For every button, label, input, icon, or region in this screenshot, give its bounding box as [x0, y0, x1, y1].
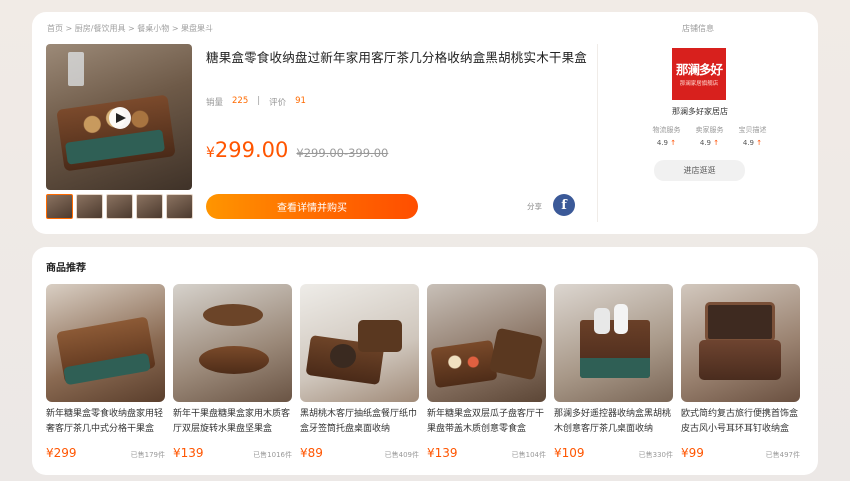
- sales-value: 225: [232, 96, 249, 106]
- product-card: 首页 > 厨房/餐饮用具 > 餐桌小物 > 果盘果斗 糖果盒零食收纳盘过新年家用…: [32, 12, 818, 234]
- image-object: [330, 344, 356, 368]
- recommend-image[interactable]: [554, 284, 673, 402]
- recommend-sold: 已售1016件: [253, 451, 292, 459]
- recommend-item[interactable]: 黑胡桃木客厅抽纸盒餐厅纸巾盒牙签筒托盘桌面收纳 ¥89 已售409件: [300, 284, 419, 460]
- store-name[interactable]: 那澜多好家居店: [672, 106, 728, 117]
- store-logo-text: 那澜多好: [675, 62, 723, 77]
- recommend-sold: 已售330件: [638, 451, 673, 459]
- thumbnail[interactable]: [166, 194, 193, 219]
- recommend-image[interactable]: [427, 284, 546, 402]
- recommend-sold: 已售497件: [765, 451, 800, 459]
- facebook-icon[interactable]: f: [553, 194, 575, 216]
- currency-symbol: ¥: [206, 145, 215, 161]
- image-object: [614, 304, 628, 334]
- recommend-price: ¥139: [173, 446, 204, 460]
- rating-description: 宝贝描述 4.9 ↑: [736, 125, 769, 147]
- thumbnail[interactable]: [76, 194, 103, 219]
- recommend-price: ¥99: [681, 446, 704, 460]
- recommend-card: 商品推荐 新年糖果盒零食收纳盘家用轻奢客厅茶几中式分格干果盒 ¥299 已售17…: [32, 247, 818, 475]
- rating-value: 4.9 ↑: [656, 139, 677, 147]
- rating-label: 宝贝描述: [738, 126, 767, 134]
- reviews-value: 91: [295, 96, 306, 106]
- recommend-sold: 已售104件: [511, 451, 546, 459]
- share-label: 分享: [527, 202, 542, 211]
- breadcrumb[interactable]: 首页 > 厨房/餐饮用具 > 餐桌小物 > 果盘果斗: [47, 23, 213, 34]
- thumbnail[interactable]: [46, 194, 73, 219]
- image-object: [580, 358, 650, 378]
- recommend-meta: ¥89 已售409件: [300, 446, 419, 460]
- thumbnail[interactable]: [136, 194, 163, 219]
- recommend-image[interactable]: [681, 284, 800, 402]
- recommend-sold: 已售179件: [130, 451, 165, 459]
- recommend-item[interactable]: 欧式简约复古旅行便携首饰盒皮古风小号耳环耳钉收纳盒 ¥99 已售497件: [681, 284, 800, 460]
- rating-logistics: 物流服务 4.9 ↑: [650, 125, 683, 147]
- recommend-name[interactable]: 黑胡桃木客厅抽纸盒餐厅纸巾盒牙签筒托盘桌面收纳: [300, 407, 419, 437]
- recommend-name[interactable]: 欧式简约复古旅行便携首饰盒皮古风小号耳环耳钉收纳盒: [681, 407, 800, 437]
- recommend-meta: ¥109 已售330件: [554, 446, 673, 460]
- store-ratings: 物流服务 4.9 ↑ 卖家服务 4.9 ↑ 宝贝描述 4.9 ↑: [650, 125, 769, 147]
- recommend-meta: ¥139 已售104件: [427, 446, 546, 460]
- rating-seller: 卖家服务 4.9 ↑: [693, 125, 726, 147]
- view-details-buy-button[interactable]: 查看详情并购买: [206, 194, 418, 219]
- image-object: [358, 320, 402, 352]
- rating-label: 物流服务: [652, 126, 681, 134]
- thumbnail-strip: [46, 194, 193, 219]
- recommend-item[interactable]: 那澜多好遥控器收纳盒黑胡桃木创意客厅茶几桌面收纳 ¥109 已售330件: [554, 284, 673, 460]
- store-info-header: 店铺信息: [682, 24, 714, 33]
- recommend-image[interactable]: [46, 284, 165, 402]
- recommend-name[interactable]: 新年糖果盒双层瓜子盘客厅干果盘带盖木质创意零食盒: [427, 407, 546, 437]
- sales-label: 销量: [206, 98, 224, 108]
- thumbnail[interactable]: [106, 194, 133, 219]
- product-stats: 销量 225 | 评价 91: [206, 96, 306, 108]
- current-price: ¥299.00: [206, 138, 288, 162]
- arrow-up-icon: ↑: [756, 139, 763, 147]
- recommend-item[interactable]: 新年糖果盒零食收纳盘家用轻奢客厅茶几中式分格干果盒 ¥299 已售179件: [46, 284, 165, 460]
- recommend-title: 商品推荐: [46, 263, 86, 274]
- main-product-image[interactable]: [46, 44, 192, 190]
- recommend-price: ¥109: [554, 446, 585, 460]
- price-amount: 299.00: [214, 138, 289, 162]
- original-price: ¥299.00-399.00: [296, 146, 389, 160]
- divider: [597, 44, 598, 222]
- recommend-image[interactable]: [173, 284, 292, 402]
- image-glass: [68, 52, 84, 86]
- recommend-name[interactable]: 新年干果盘糖果盒家用木质客厅双层旋转水果盘坚果盒: [173, 407, 292, 437]
- recommend-price: ¥89: [300, 446, 323, 460]
- image-object: [705, 302, 775, 342]
- recommend-image[interactable]: [300, 284, 419, 402]
- recommend-price: ¥139: [427, 446, 458, 460]
- recommend-sold: 已售409件: [384, 451, 419, 459]
- play-video-button[interactable]: [109, 107, 131, 129]
- play-icon: [116, 113, 126, 123]
- rating-value: 4.9 ↑: [699, 139, 720, 147]
- image-object: [199, 346, 269, 374]
- image-object: [699, 340, 781, 380]
- image-object: [203, 304, 263, 326]
- recommend-name[interactable]: 那澜多好遥控器收纳盒黑胡桃木创意客厅茶几桌面收纳: [554, 407, 673, 437]
- recommend-meta: ¥99 已售497件: [681, 446, 800, 460]
- recommend-name[interactable]: 新年糖果盒零食收纳盘家用轻奢客厅茶几中式分格干果盒: [46, 407, 165, 437]
- image-object: [488, 327, 544, 381]
- recommend-list: 新年糖果盒零食收纳盘家用轻奢客厅茶几中式分格干果盒 ¥299 已售179件 新年…: [46, 284, 800, 460]
- enter-store-button[interactable]: 进店逛逛: [654, 160, 745, 181]
- stats-separator: |: [257, 96, 261, 106]
- recommend-item[interactable]: 新年糖果盒双层瓜子盘客厅干果盘带盖木质创意零食盒 ¥139 已售104件: [427, 284, 546, 460]
- store-logo[interactable]: 那澜多好 那澜家居旗舰店: [672, 48, 726, 100]
- recommend-meta: ¥139 已售1016件: [173, 446, 292, 460]
- recommend-price: ¥299: [46, 446, 77, 460]
- image-object: [594, 308, 610, 334]
- recommend-meta: ¥299 已售179件: [46, 446, 165, 460]
- recommend-item[interactable]: 新年干果盘糖果盒家用木质客厅双层旋转水果盘坚果盒 ¥139 已售1016件: [173, 284, 292, 460]
- price-row: ¥299.00 ¥299.00-399.00: [206, 138, 388, 162]
- product-title: 糖果盒零食收纳盘过新年家用客厅茶几分格收纳盒黑胡桃实木干果盒: [206, 50, 588, 65]
- reviews-label: 评价: [269, 98, 287, 108]
- rating-value: 4.9 ↑: [742, 139, 763, 147]
- rating-label: 卖家服务: [695, 126, 724, 134]
- image-object: [441, 350, 487, 374]
- arrow-up-icon: ↑: [670, 139, 677, 147]
- arrow-up-icon: ↑: [713, 139, 720, 147]
- store-logo-subtext: 那澜家居旗舰店: [679, 81, 719, 87]
